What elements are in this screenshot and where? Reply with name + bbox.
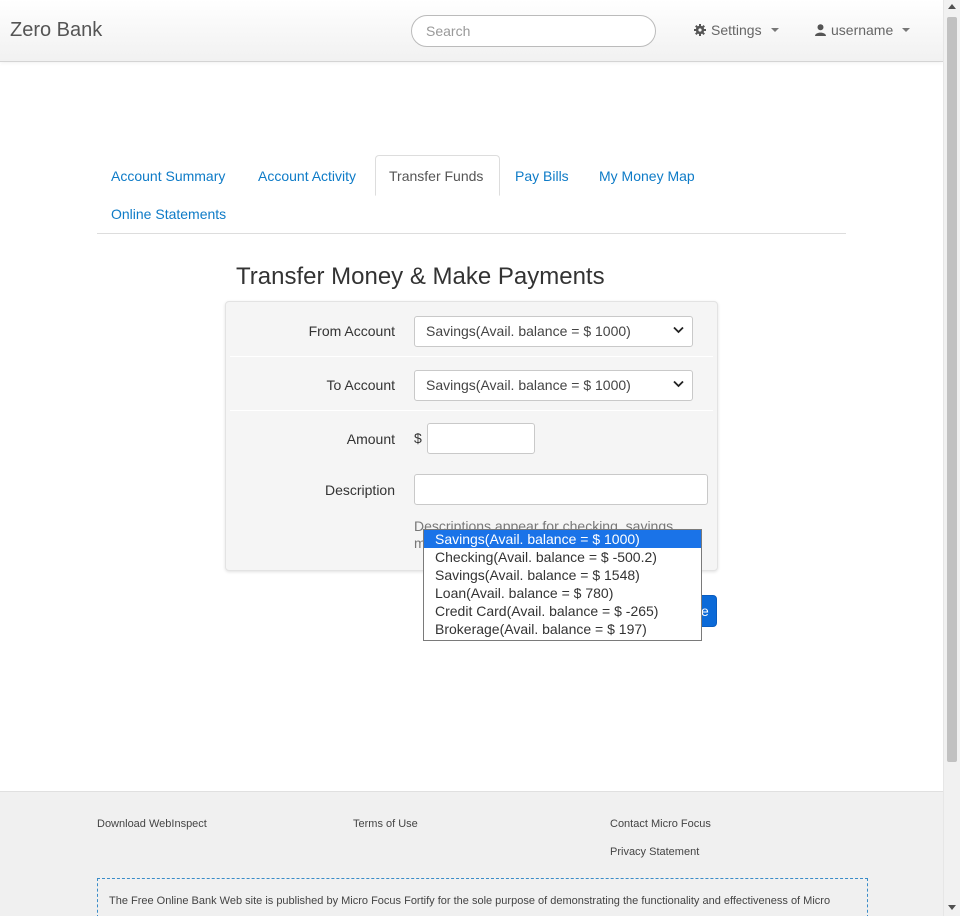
- amount-label: Amount: [346, 431, 395, 447]
- user-menu[interactable]: username: [815, 22, 911, 38]
- settings-menu[interactable]: Settings: [694, 22, 779, 38]
- account-dropdown-list[interactable]: Savings(Avail. balance = $ 1000) Checkin…: [423, 529, 702, 641]
- from-account-select[interactable]: Savings(Avail. balance = $ 1000): [414, 316, 693, 347]
- dropdown-option[interactable]: Credit Card(Avail. balance = $ -265): [424, 602, 701, 620]
- from-account-label: From Account: [308, 323, 395, 339]
- form-divider: [230, 356, 713, 357]
- dropdown-option[interactable]: Checking(Avail. balance = $ -500.2): [424, 548, 701, 566]
- brand-logo[interactable]: Zero Bank: [10, 19, 102, 42]
- footer-disclaimer: The Free Online Bank Web site is publish…: [97, 878, 868, 916]
- to-account-select[interactable]: Savings(Avail. balance = $ 1000): [414, 370, 693, 401]
- user-icon: [815, 24, 826, 36]
- page-viewport: Zero Bank Settings username: [0, 0, 943, 916]
- tab-account-activity[interactable]: Account Activity: [258, 168, 356, 184]
- from-account-value: Savings(Avail. balance = $ 1000): [426, 323, 631, 339]
- tab-account-summary[interactable]: Account Summary: [111, 168, 225, 184]
- vertical-scrollbar[interactable]: [943, 0, 960, 916]
- scroll-up-arrow-icon[interactable]: [948, 4, 956, 9]
- dropdown-option[interactable]: Savings(Avail. balance = $ 1548): [424, 566, 701, 584]
- dropdown-option[interactable]: Savings(Avail. balance = $ 1000): [424, 530, 701, 548]
- scroll-down-arrow-icon[interactable]: [948, 905, 956, 910]
- tab-transfer-funds[interactable]: Transfer Funds: [375, 155, 500, 196]
- caret-down-icon: [902, 28, 911, 32]
- settings-label: Settings: [711, 22, 762, 38]
- user-label: username: [831, 22, 894, 38]
- tab-pay-bills[interactable]: Pay Bills: [515, 168, 569, 184]
- footer-link-terms[interactable]: Terms of Use: [353, 818, 418, 830]
- dropdown-option[interactable]: Loan(Avail. balance = $ 780): [424, 584, 701, 602]
- top-navbar: Zero Bank Settings username: [0, 0, 943, 62]
- dropdown-option[interactable]: Brokerage(Avail. balance = $ 197): [424, 620, 701, 638]
- search-input[interactable]: [411, 15, 656, 47]
- caret-down-icon: [770, 28, 779, 32]
- description-input[interactable]: [414, 474, 708, 505]
- footer-link-contact[interactable]: Contact Micro Focus: [610, 818, 711, 830]
- footer-link-privacy[interactable]: Privacy Statement: [610, 846, 699, 858]
- scroll-thumb[interactable]: [947, 17, 957, 762]
- account-tabs: Account Summary Account Activity Transfe…: [97, 155, 846, 234]
- chevron-down-icon: [673, 326, 684, 334]
- to-account-label: To Account: [326, 377, 396, 393]
- gear-icon: [694, 24, 706, 36]
- tab-my-money-map[interactable]: My Money Map: [599, 168, 695, 184]
- page-footer: Download WebInspect Terms of Use Contact…: [0, 791, 943, 916]
- tab-online-statements[interactable]: Online Statements: [111, 206, 226, 222]
- page-title: Transfer Money & Make Payments: [236, 263, 605, 290]
- description-label: Description: [324, 482, 395, 498]
- to-account-value: Savings(Avail. balance = $ 1000): [426, 377, 631, 393]
- amount-input[interactable]: [427, 423, 535, 454]
- chevron-down-icon: [673, 380, 684, 388]
- currency-symbol: $: [414, 430, 422, 446]
- form-divider: [230, 410, 713, 411]
- footer-link-download[interactable]: Download WebInspect: [97, 818, 207, 830]
